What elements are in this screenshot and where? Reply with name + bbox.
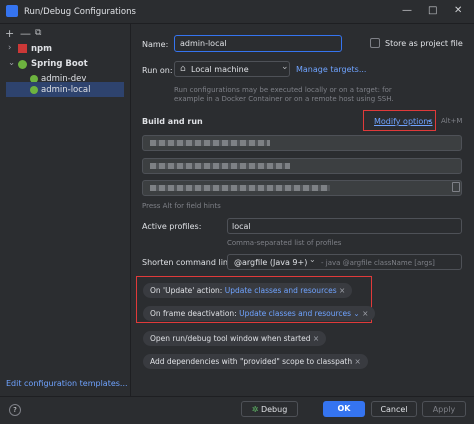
close-icon[interactable]: ×	[362, 309, 368, 318]
blurred-text	[150, 163, 290, 169]
active-profiles-field[interactable]	[227, 218, 462, 234]
debug-button[interactable]: ✲ Debug	[241, 401, 298, 417]
debug-icon: ✲	[251, 405, 259, 414]
edit-templates-link[interactable]: Edit configuration templates...	[6, 379, 128, 388]
update-action-chip[interactable]: On 'Update' action: Update classes and r…	[143, 283, 353, 298]
help-button[interactable]: ?	[9, 404, 21, 416]
run-on-value: Local machine	[191, 65, 249, 74]
tree-item-admin-local[interactable]: admin-local	[41, 85, 91, 95]
add-dependencies-label: Add dependencies with "provided" scope t…	[150, 357, 353, 366]
chevron-down-icon: ⌄	[426, 115, 433, 124]
frame-deactivation-label: On frame deactivation:	[150, 309, 237, 318]
intellij-app-icon	[6, 5, 18, 17]
close-button[interactable]: ✕	[454, 5, 462, 16]
chevron-down-icon: ⌄	[281, 62, 289, 72]
profiles-hint: Comma-separated list of profiles	[227, 239, 342, 247]
frame-deactivation-chip[interactable]: On frame deactivation: Update classes an…	[143, 306, 376, 321]
field-hint: Press Alt for field hints	[142, 202, 221, 210]
copy-icon[interactable]: ⧉	[35, 28, 41, 38]
close-icon[interactable]: ×	[339, 286, 345, 295]
chevron-down-icon[interactable]: ⌄	[8, 58, 15, 68]
close-icon[interactable]: ×	[355, 357, 361, 366]
home-icon: ⌂	[180, 64, 186, 74]
chevron-down-icon: ⌄	[309, 255, 316, 264]
npm-icon	[18, 44, 27, 53]
title-bar: Run/Debug Configurations — □ ✕	[0, 0, 474, 24]
chevron-down-icon[interactable]: ⌄	[353, 309, 359, 318]
active-profiles-value: local	[232, 222, 251, 231]
ok-button[interactable]: OK	[323, 401, 365, 417]
remove-icon[interactable]: —	[20, 27, 31, 40]
spring-boot-icon	[18, 60, 27, 69]
tree-item-npm[interactable]: npm	[31, 44, 52, 54]
add-dependencies-chip[interactable]: Add dependencies with "provided" scope t…	[143, 354, 368, 369]
close-icon[interactable]: ×	[313, 334, 319, 343]
cancel-button[interactable]: Cancel	[371, 401, 417, 417]
spring-config-icon	[30, 86, 38, 94]
name-label: Name:	[142, 40, 169, 49]
run-on-hint-line1: Run configurations may be executed local…	[174, 86, 392, 94]
update-action-label: On 'Update' action:	[150, 286, 223, 295]
active-profiles-label: Active profiles:	[142, 222, 202, 231]
browse-icon[interactable]	[452, 182, 460, 192]
apply-button[interactable]: Apply	[422, 401, 466, 417]
minimize-button[interactable]: —	[402, 5, 412, 16]
frame-deactivation-value[interactable]: Update classes and resources	[239, 309, 351, 318]
add-icon[interactable]: +	[5, 27, 14, 40]
blurred-text	[150, 185, 330, 191]
shorten-value: @argfile (Java 9+)	[234, 258, 308, 267]
shorten-label: Shorten command line:	[142, 258, 236, 267]
chevron-right-icon[interactable]: ›	[8, 43, 11, 53]
run-on-label: Run on:	[142, 66, 173, 75]
modify-options-shortcut: Alt+M	[441, 117, 463, 125]
modify-options-link[interactable]: Modify options	[374, 117, 433, 126]
debug-label: Debug	[260, 405, 288, 414]
tool-window-label: Open run/debug tool window when started	[150, 334, 311, 343]
store-checkbox[interactable]	[370, 38, 380, 48]
blurred-text	[150, 140, 270, 146]
store-label: Store as project file	[385, 39, 463, 48]
update-action-value[interactable]: Update classes and resources	[225, 286, 337, 295]
maximize-button[interactable]: □	[428, 5, 437, 16]
shorten-description: - java @argfile className [args]	[321, 259, 435, 267]
run-on-hint-line2: example in a Docker Container or on a re…	[174, 95, 394, 103]
window-title: Run/Debug Configurations	[24, 7, 136, 17]
tree-item-spring-boot[interactable]: Spring Boot	[31, 59, 88, 69]
manage-targets-link[interactable]: Manage targets...	[296, 65, 366, 74]
build-run-heading: Build and run	[142, 117, 203, 126]
name-value: admin-local	[180, 39, 227, 48]
tool-window-chip[interactable]: Open run/debug tool window when started …	[143, 331, 327, 346]
